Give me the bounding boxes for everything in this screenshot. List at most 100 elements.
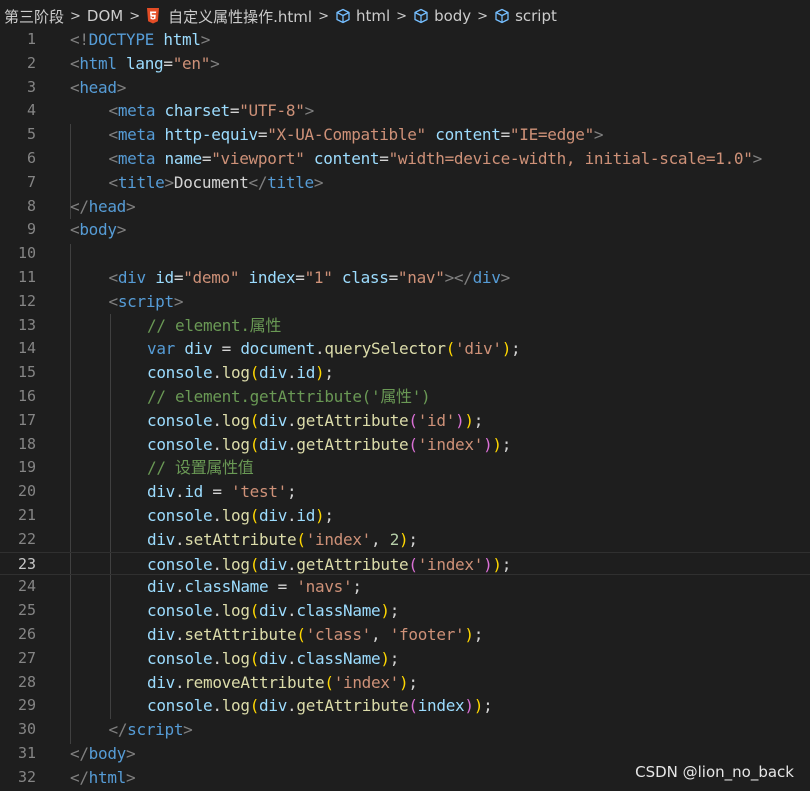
code-token: < (108, 172, 119, 192)
code-token: = (500, 125, 511, 145)
code-token: . (212, 410, 222, 430)
code-token: console (147, 410, 213, 430)
html5-icon (146, 8, 160, 24)
code-line[interactable]: 26 div.setAttribute('class', 'footer'); (0, 623, 810, 647)
code-line[interactable]: 16 // element.getAttribute('属性') (0, 385, 810, 409)
code-line[interactable]: 20 div.id = 'test'; (0, 480, 810, 504)
code-line[interactable]: 23 console.log(div.getAttribute('index'))… (0, 551, 810, 577)
code-line[interactable]: 30 </script> (0, 718, 810, 742)
code-token: < (108, 149, 119, 168)
code-line[interactable]: 29 console.log(div.getAttribute(index)); (0, 694, 810, 718)
code-token: ></ (444, 268, 473, 287)
code-line[interactable]: 24 div.className = 'navs'; (0, 575, 810, 599)
code-line[interactable]: 10 (0, 242, 810, 266)
code-line[interactable]: 15 console.log(div.id); (0, 361, 810, 385)
code-line[interactable]: 19 // 设置属性值 (0, 456, 810, 480)
code-line[interactable]: 12 <script> (0, 290, 810, 314)
line-number: 9 (26, 220, 36, 239)
code-line[interactable]: 9 <body> (0, 218, 810, 242)
code-token: id (296, 363, 316, 383)
code-token: </ (248, 172, 268, 192)
code-token: script (127, 720, 184, 740)
code-line[interactable]: 13 // element.属性 (0, 314, 810, 338)
code-token: = (379, 149, 389, 168)
line-number: 28 (17, 672, 36, 691)
code-token: ( (324, 672, 334, 692)
code-line[interactable]: 1 <!DOCTYPE html> (0, 28, 810, 52)
breadcrumb-item[interactable]: DOM (87, 7, 123, 25)
line-number: 32 (17, 767, 36, 786)
code-text: </script> (109, 718, 193, 742)
code-token: . (175, 672, 185, 692)
code-token: body (88, 744, 127, 763)
code-token: < (70, 220, 80, 240)
code-token: html (88, 767, 127, 787)
code-token: > (164, 172, 175, 192)
code-text: console.log(div.getAttribute('index')); (147, 553, 511, 577)
code-line[interactable]: 18 console.log(div.getAttribute('index'))… (0, 433, 810, 457)
code-token: ; (501, 554, 512, 574)
watermark: CSDN @lion_no_back (635, 763, 794, 781)
code-line[interactable]: 27 console.log(div.className); (0, 647, 810, 671)
code-editor[interactable]: 1 <!DOCTYPE html> 2 <html lang="en"> 3 <head>… (0, 28, 810, 791)
code-line[interactable]: 25 console.log(div.className); (0, 599, 810, 623)
code-token: "1" (304, 268, 333, 287)
breadcrumb-item[interactable]: script (494, 7, 557, 25)
code-token: = (229, 101, 240, 121)
code-token: "X-UA-Compatible" (267, 125, 426, 145)
code-line[interactable]: 21 console.log(div.id); (0, 504, 810, 528)
breadcrumb-separator: > (318, 8, 329, 24)
code-token: ( (445, 339, 456, 359)
code-token: ) (473, 696, 484, 716)
code-token: ; (352, 577, 362, 597)
code-token: ) (399, 529, 409, 549)
breadcrumb-item[interactable]: html (335, 7, 390, 25)
code-token: > (313, 172, 324, 192)
code-token: log (221, 554, 250, 574)
code-token: ( (249, 554, 260, 574)
code-line[interactable]: 3 <head> (0, 76, 810, 100)
code-token: < (108, 291, 119, 311)
code-text: <head> (70, 76, 126, 100)
code-token: ) (315, 506, 325, 525)
line-number: 14 (17, 339, 36, 358)
code-text: <meta http-equiv="X-UA-Compatible" conte… (109, 123, 604, 147)
code-token: document (240, 339, 316, 359)
code-line[interactable]: 17 console.log(div.getAttribute('id')); (0, 409, 810, 433)
code-line[interactable]: 6 <meta name="viewport" content="width=de… (0, 147, 810, 171)
code-token: ) (483, 434, 493, 454)
code-line[interactable]: 2 <html lang="en"> (0, 52, 810, 76)
code-token: "viewport" (211, 149, 305, 168)
code-token: 'class' (305, 625, 372, 644)
code-token: ; (511, 339, 521, 359)
breadcrumb-item[interactable]: 自定义属性操作.html (146, 6, 312, 27)
code-line[interactable]: 5 <meta http-equiv="X-UA-Compatible" cont… (0, 123, 810, 147)
code-token: ; (408, 529, 418, 549)
code-line[interactable]: 4 <meta charset="UTF-8"> (0, 99, 810, 123)
code-token: console (147, 648, 213, 668)
code-line[interactable]: 7 <title>Document</title> (0, 171, 810, 195)
code-line[interactable]: 28 div.removeAttribute('index'); (0, 671, 810, 695)
code-text: <meta name="viewport" content="width=dev… (108, 147, 763, 171)
code-text: div.className = 'navs'; (147, 575, 362, 599)
code-token: console (147, 434, 213, 454)
code-token: ) (380, 648, 390, 668)
line-number: 7 (26, 172, 36, 191)
breadcrumb-label: DOM (86, 7, 124, 25)
breadcrumb-item[interactable]: body (413, 7, 471, 25)
code-line[interactable]: 14 var div = document.querySelector('div'… (0, 337, 810, 361)
line-number: 8 (26, 196, 36, 215)
code-line[interactable]: 22 div.setAttribute('index', 2); (0, 528, 810, 552)
code-text: var div = document.querySelector('div'); (147, 337, 521, 361)
code-token: ( (296, 529, 306, 549)
code-token: setAttribute (184, 529, 297, 549)
code-token: > (752, 149, 763, 168)
code-text: // element.属性 (147, 314, 281, 338)
code-token: "IE=edge" (509, 125, 594, 145)
code-line[interactable]: 11 <div id="demo" index="1" class="nav"><… (0, 266, 810, 290)
breadcrumb-item[interactable]: 第三阶段 (4, 6, 64, 27)
code-line[interactable]: 8 </head> (0, 195, 810, 219)
